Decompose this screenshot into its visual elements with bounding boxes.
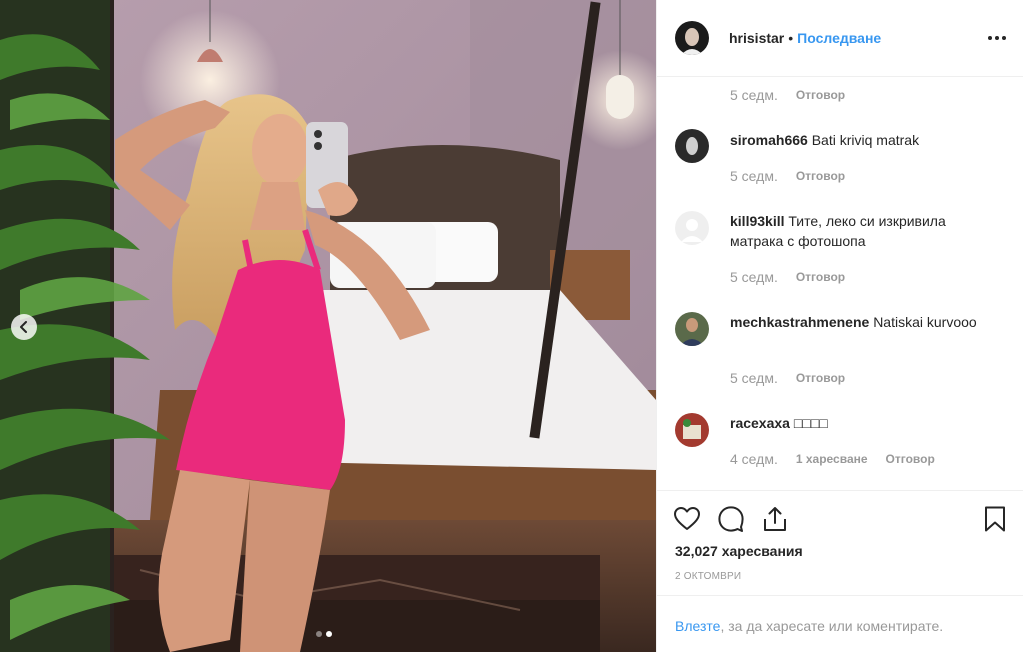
comment-text-block: siromah666 Bati kriviq matrak bbox=[730, 130, 1000, 150]
comment-text: □□□□ bbox=[793, 415, 828, 431]
comment-meta: 5 седм. Отговор bbox=[730, 87, 863, 103]
comment-username[interactable]: mechkastrahmenene bbox=[730, 314, 869, 330]
reply-button[interactable]: Отговор bbox=[796, 270, 845, 284]
comment-likes-count[interactable]: 1 харесване bbox=[796, 452, 868, 466]
commenter-avatar[interactable] bbox=[675, 129, 709, 163]
avatar-image bbox=[675, 129, 709, 163]
post-header: hrisistar • Последване bbox=[657, 0, 1023, 77]
login-prompt: Влезте, за да харесате или коментирате. bbox=[657, 595, 1023, 652]
comment-username[interactable]: siromah666 bbox=[730, 132, 808, 148]
comment-username[interactable]: kill93kill bbox=[730, 213, 784, 229]
comment-text-block: kill93kill Тите, леко си изкривила матра… bbox=[730, 211, 1000, 251]
comments-list[interactable]: 5 седм. Отговор siromah666 Bati kriviq m… bbox=[657, 78, 1023, 490]
carousel-indicators bbox=[316, 631, 332, 637]
avatar-image bbox=[675, 21, 709, 55]
login-link[interactable]: Влезте bbox=[675, 618, 720, 634]
comment-username[interactable]: racexaxa bbox=[730, 415, 790, 431]
post-date: 2 октомври bbox=[675, 571, 742, 582]
comment-button[interactable] bbox=[717, 505, 745, 533]
comment-time[interactable]: 5 седм. bbox=[730, 370, 778, 386]
share-button[interactable] bbox=[761, 505, 789, 533]
reply-button[interactable]: Отговор bbox=[796, 371, 845, 385]
carousel-dot[interactable] bbox=[316, 631, 322, 637]
comment-meta: 5 седм. Отговор bbox=[730, 370, 863, 386]
login-prompt-text: , за да харесате или коментирате. bbox=[720, 618, 944, 634]
comment-text: Natiskai kurvooo bbox=[873, 314, 977, 330]
more-horizontal-icon bbox=[995, 36, 999, 40]
header-separator: • bbox=[788, 30, 794, 46]
reply-button[interactable]: Отговор bbox=[886, 452, 935, 466]
post-view: hrisistar • Последване 5 седм. Отговор s… bbox=[0, 0, 1023, 652]
commenter-avatar[interactable] bbox=[675, 211, 709, 245]
previous-photo-button[interactable] bbox=[11, 314, 37, 340]
likes-number: 32,027 bbox=[675, 543, 718, 559]
avatar-image bbox=[675, 312, 709, 346]
reply-button[interactable]: Отговор bbox=[796, 169, 845, 183]
post-photo[interactable] bbox=[0, 0, 656, 652]
follow-button[interactable]: Последване bbox=[797, 30, 881, 46]
comment-text-block: mechkastrahmenene Natiskai kurvooo bbox=[730, 312, 1000, 332]
heart-icon bbox=[674, 507, 700, 530]
like-button[interactable] bbox=[673, 505, 701, 533]
author-username[interactable]: hrisistar bbox=[729, 30, 784, 46]
carousel-dot-active[interactable] bbox=[326, 631, 332, 637]
likes-count[interactable]: 32,027 харесвания bbox=[675, 543, 803, 559]
comment-time[interactable]: 5 седм. bbox=[730, 87, 778, 103]
comment-text-block: racexaxa □□□□ bbox=[730, 413, 1000, 433]
commenter-avatar[interactable] bbox=[675, 312, 709, 346]
likes-label: харесвания bbox=[721, 543, 803, 559]
comment-time[interactable]: 5 седм. bbox=[730, 168, 778, 184]
default-avatar-icon bbox=[675, 211, 709, 245]
commenter-avatar[interactable] bbox=[675, 413, 709, 447]
comment-text: Bati kriviq matrak bbox=[811, 132, 920, 148]
share-icon bbox=[764, 507, 786, 531]
more-options-button[interactable] bbox=[986, 28, 1008, 48]
comment-icon bbox=[718, 506, 744, 532]
comment-time[interactable]: 4 седм. bbox=[730, 451, 778, 467]
post-actions: 32,027 харесвания 2 октомври bbox=[657, 490, 1023, 595]
author-avatar[interactable] bbox=[675, 21, 709, 55]
comment-meta: 4 седм. 1 харесване Отговор bbox=[730, 451, 953, 467]
more-horizontal-icon bbox=[1002, 36, 1006, 40]
post-sidebar: hrisistar • Последване 5 седм. Отговор s… bbox=[656, 0, 1023, 652]
avatar-image bbox=[675, 413, 709, 447]
bookmark-icon bbox=[985, 506, 1005, 532]
chevron-left-icon bbox=[20, 321, 27, 333]
comment-meta: 5 седм. Отговор bbox=[730, 269, 863, 285]
save-button[interactable] bbox=[981, 505, 1009, 533]
comment-time[interactable]: 5 седм. bbox=[730, 269, 778, 285]
photo-illustration bbox=[0, 0, 656, 652]
more-horizontal-icon bbox=[988, 36, 992, 40]
reply-button[interactable]: Отговор bbox=[796, 88, 845, 102]
comment-meta: 5 седм. Отговор bbox=[730, 168, 863, 184]
